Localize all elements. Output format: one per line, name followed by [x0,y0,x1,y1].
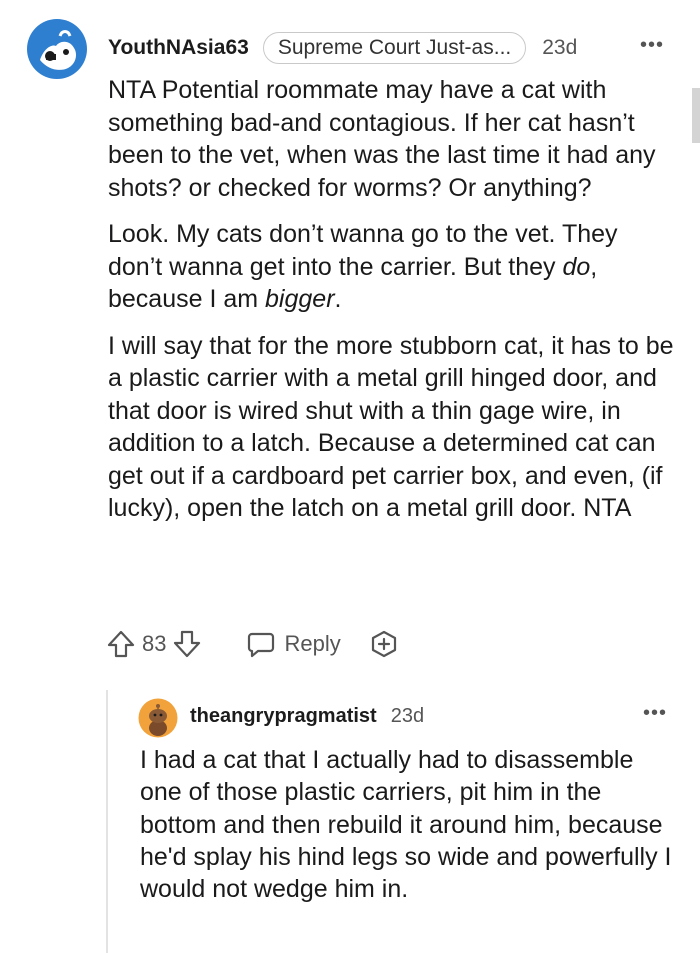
comment-paragraph: Look. My cats don’t wanna go to the vet.… [108,218,678,316]
comment-paragraph: NTA Potential roommate may have a cat wi… [108,74,678,204]
comment-actions: 83 Reply [106,624,399,664]
emphasis-text: do [562,252,591,281]
comment-body: NTA Potential roommate may have a cat wi… [108,74,678,539]
avatar[interactable] [138,698,178,738]
speech-bubble-icon [248,632,275,658]
reply-header: theangrypragmatist 23d [190,702,424,730]
reply-body: I had a cat that I actually had to disas… [140,744,680,905]
reply-label: Reply [284,631,341,656]
award-icon[interactable] [369,629,399,659]
user-flair: Supreme Court Just-as... [262,32,527,64]
avatar[interactable] [26,18,88,80]
paragraph-text: Look. My cats don’t wanna go to the vet.… [108,220,618,281]
scrollbar[interactable] [692,88,700,143]
comment-paragraph: I will say that for the more stubborn ca… [108,330,678,525]
paragraph-text: NTA Potential roommate may have a cat wi… [108,76,656,202]
more-options-icon[interactable]: ••• [643,702,667,725]
timestamp: 23d [542,36,578,59]
downvote-icon[interactable] [172,629,202,659]
paragraph-text: . [334,285,342,313]
upvote-icon[interactable] [106,629,136,659]
timestamp: 23d [390,704,425,727]
reddit-snoo-avatar-icon [138,698,178,738]
avatar-image [27,19,87,79]
more-options-icon[interactable]: ••• [640,34,664,57]
reply-comment: theangrypragmatist 23d ••• I had a cat t… [106,690,700,953]
reply-button[interactable]: Reply [246,629,341,659]
paragraph-text: I will say that for the more stubborn ca… [108,331,674,523]
username[interactable]: YouthNAsia63 [108,36,249,60]
emphasis-text: bigger [265,285,335,313]
reply-text: I had a cat that I actually had to disas… [140,746,672,904]
username[interactable]: theangrypragmatist [190,705,377,728]
comment-header: YouthNAsia63 Supreme Court Just-as... 23… [108,32,577,64]
vote-count: 83 [142,631,167,656]
